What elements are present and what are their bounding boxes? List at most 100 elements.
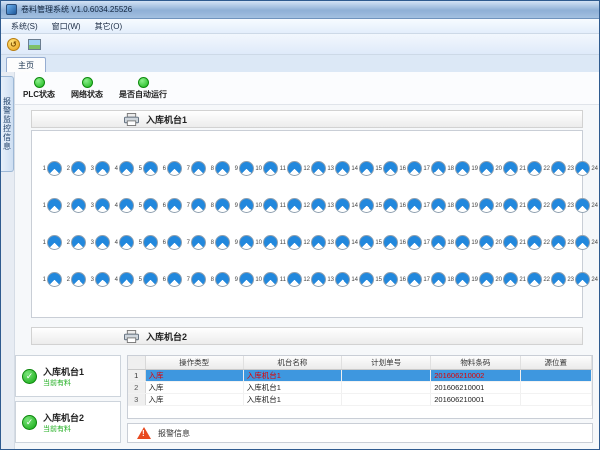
slot[interactable]: 4 — [110, 235, 134, 250]
slot[interactable]: 23 — [566, 198, 590, 213]
slot[interactable]: 14 — [350, 235, 374, 250]
slot[interactable]: 8 — [206, 161, 230, 176]
menu-window[interactable]: 窗口(W) — [46, 20, 87, 33]
slot[interactable]: 11 — [278, 161, 302, 176]
slot[interactable]: 1 — [38, 235, 62, 250]
slot[interactable]: 16 — [398, 161, 422, 176]
slot[interactable]: 14 — [350, 272, 374, 287]
table-row[interactable]: 2入库入库机台1201606210001 — [128, 381, 592, 393]
slot[interactable]: 20 — [494, 198, 518, 213]
slot[interactable]: 9 — [230, 161, 254, 176]
slot[interactable]: 17 — [422, 161, 446, 176]
side-dock-tab[interactable]: 报警监控信息 — [1, 76, 14, 172]
slot[interactable]: 10 — [254, 198, 278, 213]
slot[interactable]: 19 — [470, 235, 494, 250]
slot[interactable]: 13 — [326, 272, 350, 287]
slot[interactable]: 23 — [566, 272, 590, 287]
slot[interactable]: 12 — [302, 272, 326, 287]
slot[interactable]: 1 — [38, 272, 62, 287]
slot[interactable]: 8 — [206, 272, 230, 287]
slot[interactable]: 6 — [158, 161, 182, 176]
slot[interactable]: 4 — [110, 198, 134, 213]
slot[interactable]: 14 — [350, 161, 374, 176]
slot[interactable]: 3 — [86, 235, 110, 250]
slot[interactable]: 6 — [158, 198, 182, 213]
slot[interactable]: 8 — [206, 198, 230, 213]
slot[interactable]: 13 — [326, 161, 350, 176]
slot[interactable]: 9 — [230, 272, 254, 287]
slot[interactable]: 7 — [182, 161, 206, 176]
slot[interactable]: 23 — [566, 235, 590, 250]
slot[interactable]: 18 — [446, 272, 470, 287]
slot[interactable]: 22 — [542, 198, 566, 213]
slot[interactable]: 17 — [422, 198, 446, 213]
slot[interactable]: 13 — [326, 235, 350, 250]
slot[interactable]: 5 — [134, 272, 158, 287]
slot[interactable]: 24 — [590, 198, 599, 213]
slot[interactable]: 17 — [422, 235, 446, 250]
slot[interactable]: 22 — [542, 161, 566, 176]
slot[interactable]: 5 — [134, 161, 158, 176]
slot[interactable]: 9 — [230, 198, 254, 213]
slot[interactable]: 10 — [254, 235, 278, 250]
slot[interactable]: 7 — [182, 198, 206, 213]
slot[interactable]: 11 — [278, 272, 302, 287]
image-button[interactable] — [26, 36, 43, 53]
slot[interactable]: 3 — [86, 272, 110, 287]
slot[interactable]: 5 — [134, 198, 158, 213]
slot[interactable]: 6 — [158, 272, 182, 287]
slot[interactable]: 22 — [542, 235, 566, 250]
tab-home[interactable]: 主页 — [6, 57, 46, 72]
slot[interactable]: 2 — [62, 272, 86, 287]
slot[interactable]: 3 — [86, 161, 110, 176]
slot[interactable]: 2 — [62, 161, 86, 176]
slot[interactable]: 11 — [278, 198, 302, 213]
table-row[interactable]: 3入库入库机台1201606210001 — [128, 393, 592, 405]
slot[interactable]: 22 — [542, 272, 566, 287]
slot[interactable]: 24 — [590, 272, 599, 287]
slot[interactable]: 21 — [518, 161, 542, 176]
slot[interactable]: 5 — [134, 235, 158, 250]
slot[interactable]: 19 — [470, 272, 494, 287]
slot[interactable]: 24 — [590, 161, 599, 176]
slot[interactable]: 18 — [446, 161, 470, 176]
slot[interactable]: 10 — [254, 161, 278, 176]
slot[interactable]: 8 — [206, 235, 230, 250]
machine2-print-button[interactable] — [124, 330, 139, 343]
slot[interactable]: 1 — [38, 198, 62, 213]
slot[interactable]: 17 — [422, 272, 446, 287]
undo-button[interactable]: ↺ — [5, 36, 22, 53]
slot[interactable]: 18 — [446, 235, 470, 250]
slot[interactable]: 23 — [566, 161, 590, 176]
slot[interactable]: 12 — [302, 198, 326, 213]
slot[interactable]: 15 — [374, 161, 398, 176]
slot[interactable]: 16 — [398, 272, 422, 287]
slot[interactable]: 7 — [182, 235, 206, 250]
slot[interactable]: 18 — [446, 198, 470, 213]
machine1-print-button[interactable] — [124, 113, 139, 126]
slot[interactable]: 4 — [110, 161, 134, 176]
slot[interactable]: 3 — [86, 198, 110, 213]
slot[interactable]: 1 — [38, 161, 62, 176]
slot[interactable]: 20 — [494, 235, 518, 250]
slot[interactable]: 15 — [374, 198, 398, 213]
slot[interactable]: 20 — [494, 272, 518, 287]
slot[interactable]: 19 — [470, 198, 494, 213]
slot[interactable]: 14 — [350, 198, 374, 213]
slot[interactable]: 16 — [398, 235, 422, 250]
menu-other[interactable]: 其它(O) — [89, 20, 129, 33]
slot[interactable]: 11 — [278, 235, 302, 250]
slot[interactable]: 15 — [374, 235, 398, 250]
slot[interactable]: 10 — [254, 272, 278, 287]
slot[interactable]: 6 — [158, 235, 182, 250]
slot[interactable]: 15 — [374, 272, 398, 287]
slot[interactable]: 24 — [590, 235, 599, 250]
title-bar[interactable]: 卷料管理系统 V1.0.6034.25526 — [1, 1, 599, 19]
slot[interactable]: 21 — [518, 235, 542, 250]
slot[interactable]: 9 — [230, 235, 254, 250]
slot[interactable]: 21 — [518, 198, 542, 213]
menu-system[interactable]: 系统(S) — [5, 20, 44, 33]
slot[interactable]: 7 — [182, 272, 206, 287]
slot[interactable]: 13 — [326, 198, 350, 213]
slot[interactable]: 12 — [302, 235, 326, 250]
